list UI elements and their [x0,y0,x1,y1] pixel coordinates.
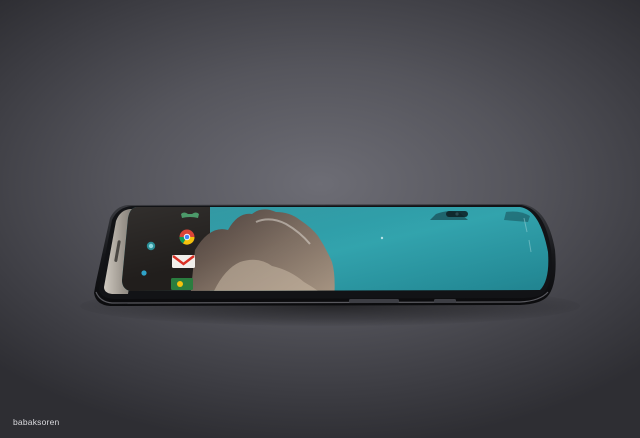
gmail-icon [172,255,195,268]
volume-button [349,299,399,303]
maps-icon [171,278,193,290]
app-icon [141,270,147,276]
phone-photo [94,204,556,306]
photo-credit: babaksoren [13,417,60,427]
clock-icon [146,241,156,251]
power-button [434,299,456,303]
chrome-icon [179,229,195,245]
